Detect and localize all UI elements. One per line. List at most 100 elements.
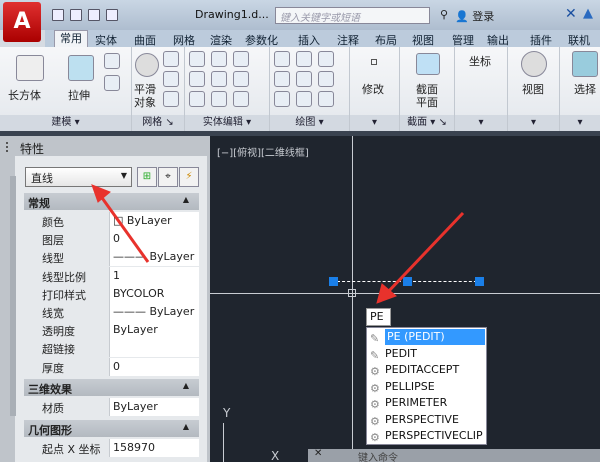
property-row[interactable]: 材质 ByLayer bbox=[38, 398, 199, 416]
search-input[interactable]: 键入关键字或短语 bbox=[275, 7, 430, 24]
property-value[interactable]: ——— ByLayer bbox=[110, 248, 199, 267]
spline-icon[interactable] bbox=[274, 71, 290, 87]
grip-end[interactable] bbox=[475, 277, 484, 286]
object-type-select[interactable]: 直线 ▼ bbox=[25, 167, 132, 187]
property-value[interactable]: 158970 bbox=[110, 439, 199, 457]
property-row[interactable]: 颜色 □ ByLayer bbox=[38, 212, 199, 230]
property-row[interactable]: 打印样式 BYCOLOR bbox=[38, 284, 199, 303]
extract-edges-icon[interactable] bbox=[233, 51, 249, 67]
tab-view[interactable]: 视图 bbox=[412, 32, 434, 48]
drawing-canvas[interactable]: [−][俯视][二维线框] PE ✎ PE (PEDIT) ✎ PEDIT ⚙ PEDIT… bbox=[210, 136, 600, 462]
property-row[interactable]: 线型 ——— ByLayer bbox=[38, 248, 199, 267]
extrude-button[interactable]: 拉伸 bbox=[68, 87, 90, 103]
autocomplete-item[interactable]: ⚙ PERSPECTIVE bbox=[367, 412, 486, 429]
slice-icon[interactable] bbox=[211, 71, 227, 87]
property-row[interactable]: 起点 X 坐标 158970 bbox=[38, 439, 199, 457]
box-button[interactable]: 长方体 bbox=[8, 87, 41, 103]
section-header-general[interactable]: 常规 ▲ bbox=[24, 193, 199, 210]
binoculars-icon[interactable]: ⚲ bbox=[440, 8, 448, 21]
property-row[interactable]: 线型比例 1 bbox=[38, 266, 199, 285]
autocomplete-item[interactable]: ⚙ PELLIPSE bbox=[367, 379, 486, 396]
tab-manage[interactable]: 管理 bbox=[452, 32, 474, 48]
property-value[interactable]: 0 bbox=[110, 357, 199, 376]
property-value[interactable]: □ ByLayer bbox=[110, 212, 199, 230]
polyline-icon[interactable] bbox=[274, 51, 290, 67]
intersect-icon[interactable] bbox=[189, 91, 205, 107]
panel-label[interactable]: 网格 ↘ bbox=[132, 115, 184, 131]
refine-mesh-icon[interactable] bbox=[163, 91, 179, 107]
exchange-icon[interactable]: ✕ bbox=[565, 6, 577, 22]
modify-icon[interactable] bbox=[371, 59, 377, 65]
extrude-icon[interactable] bbox=[68, 55, 94, 81]
panel-label[interactable]: 建模 ▾ bbox=[0, 115, 131, 131]
property-value[interactable]: 1 bbox=[110, 266, 199, 285]
thicken-icon[interactable] bbox=[211, 91, 227, 107]
property-value[interactable]: 0 bbox=[110, 230, 199, 249]
save-as-icon[interactable] bbox=[106, 9, 118, 21]
autocomplete-item[interactable]: ⚙ PEDITACCEPT bbox=[367, 362, 486, 379]
property-value[interactable]: ByLayer bbox=[110, 321, 199, 340]
panel-label[interactable]: 实体编辑 ▾ bbox=[185, 115, 269, 131]
polysolid-icon[interactable] bbox=[104, 53, 120, 69]
smooth-object-button[interactable]: 平滑 对象 bbox=[134, 83, 156, 109]
ellipse-icon[interactable] bbox=[318, 91, 334, 107]
smooth-more-icon[interactable] bbox=[163, 51, 179, 67]
property-row[interactable]: 透明度 ByLayer bbox=[38, 321, 199, 340]
autocomplete-item[interactable]: ✎ PE (PEDIT) bbox=[367, 329, 486, 346]
panel-label[interactable]: ▾ bbox=[350, 115, 399, 131]
coordinates-button[interactable]: 坐标 bbox=[469, 53, 491, 69]
dynamic-command-input[interactable]: PE bbox=[366, 308, 391, 326]
tab-mesh[interactable]: 网格 bbox=[173, 32, 195, 48]
property-value[interactable] bbox=[110, 339, 199, 358]
login-button[interactable]: 👤 登录 bbox=[455, 8, 494, 24]
property-row[interactable]: 图层 0 bbox=[38, 230, 199, 249]
view-button[interactable]: 视图 bbox=[522, 81, 544, 97]
tab-home[interactable]: 常用 bbox=[54, 30, 88, 48]
close-icon[interactable]: ✕ bbox=[314, 448, 322, 459]
presspull-icon[interactable] bbox=[104, 75, 120, 91]
modify-button[interactable]: 修改 bbox=[362, 81, 384, 97]
fillet-edge-icon[interactable] bbox=[211, 51, 227, 67]
section-header-geometry[interactable]: 几何图形 ▲ bbox=[24, 420, 199, 437]
panel-label[interactable]: ▾ bbox=[455, 115, 507, 131]
line-icon[interactable] bbox=[296, 71, 312, 87]
property-value[interactable]: BYCOLOR bbox=[110, 284, 199, 303]
smooth-less-icon[interactable] bbox=[163, 71, 179, 87]
panel-label[interactable]: ▾ bbox=[560, 115, 600, 131]
panel-label[interactable]: ▾ bbox=[508, 115, 559, 131]
box-icon[interactable] bbox=[16, 55, 44, 81]
circle-icon[interactable] bbox=[318, 71, 334, 87]
panel-label[interactable]: 绘图 ▾ bbox=[270, 115, 349, 131]
tab-render[interactable]: 渲染 bbox=[210, 32, 232, 48]
extrude-faces-icon[interactable] bbox=[233, 71, 249, 87]
section-plane-button[interactable]: 截面 平面 bbox=[416, 83, 438, 109]
tab-output[interactable]: 输出 bbox=[487, 32, 509, 48]
rectangle-icon[interactable] bbox=[296, 91, 312, 107]
subtract-icon[interactable] bbox=[189, 71, 205, 87]
section-header-3d[interactable]: 三维效果 ▲ bbox=[24, 379, 199, 396]
tab-parametric[interactable]: 参数化 bbox=[245, 32, 278, 48]
autocomplete-item[interactable]: ✎ PEDIT bbox=[367, 346, 486, 363]
save-icon[interactable] bbox=[88, 9, 100, 21]
command-line[interactable]: ✕ 键入命令 bbox=[308, 448, 600, 462]
select-objects-button[interactable]: ⌖ bbox=[158, 167, 178, 187]
property-row[interactable]: 厚度 0 bbox=[38, 357, 199, 376]
collapse-icon[interactable]: ▲ bbox=[183, 381, 189, 390]
property-row[interactable]: 线宽 ——— ByLayer bbox=[38, 303, 199, 321]
a360-icon[interactable]: ▲ bbox=[583, 6, 593, 21]
tab-layout[interactable]: 布局 bbox=[375, 32, 397, 48]
collapse-icon[interactable]: ▲ bbox=[183, 422, 189, 431]
app-menu-button[interactable]: A bbox=[3, 2, 41, 42]
tab-solid[interactable]: 实体 bbox=[95, 32, 117, 48]
tab-surface[interactable]: 曲面 bbox=[134, 32, 156, 48]
property-row[interactable]: 超链接 bbox=[38, 339, 199, 358]
separate-icon[interactable] bbox=[233, 91, 249, 107]
toggle-pickadd-button[interactable]: ⊞ bbox=[137, 167, 157, 187]
tab-insert[interactable]: 插入 bbox=[298, 32, 320, 48]
grip-mid[interactable] bbox=[403, 277, 412, 286]
polygon-icon[interactable] bbox=[274, 91, 290, 107]
quick-select-button[interactable]: ⚡ bbox=[179, 167, 199, 187]
viewport-controls[interactable]: [−][俯视][二维线框] bbox=[217, 144, 309, 159]
select-button[interactable]: 选择 bbox=[574, 81, 596, 97]
palette-scrollbar[interactable] bbox=[10, 176, 16, 416]
